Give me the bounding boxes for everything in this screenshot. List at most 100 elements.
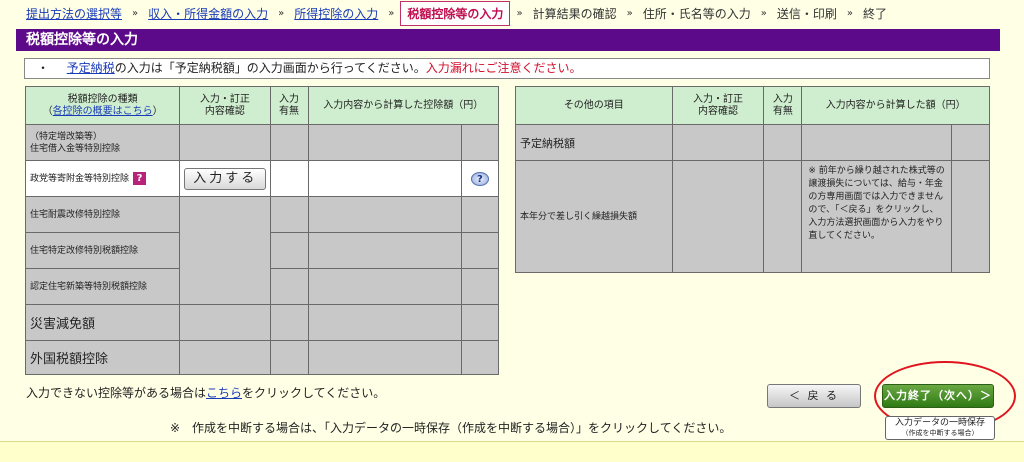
cell-has-input bbox=[763, 124, 803, 161]
temp-save-label: 入力データの一時保存 bbox=[894, 418, 985, 428]
col-header-confirm: 入力・訂正 内容確認 bbox=[671, 86, 765, 125]
question-mark-icon[interactable]: ? bbox=[133, 172, 147, 185]
col-header-item: その他の項目 bbox=[515, 86, 673, 125]
other-items-table: その他の項目 入力・訂正 内容確認 入力 有無 入力内容から計算した額（円） 予… bbox=[515, 86, 990, 273]
breadcrumb-item-income-deduction[interactable]: 所得控除の入力 bbox=[290, 5, 382, 22]
cell-amount bbox=[307, 124, 462, 161]
col-header-type: 税額控除の種類 （各控除の概要はこちら） bbox=[24, 86, 181, 125]
cell-amount bbox=[307, 160, 462, 197]
cell-has-input bbox=[269, 232, 309, 269]
notice-bullet: ・ bbox=[37, 61, 50, 75]
breadcrumb-separator: » bbox=[388, 8, 395, 19]
breadcrumb-separator: » bbox=[132, 8, 139, 19]
cell-amount bbox=[307, 232, 462, 269]
cell-has-input bbox=[269, 160, 309, 197]
breadcrumb-separator: » bbox=[626, 8, 633, 19]
breadcrumb: 提出方法の選択等 » 収入・所得金額の入力 » 所得控除の入力 » 税額控除等の… bbox=[0, 0, 1024, 27]
cell-amount bbox=[307, 268, 462, 305]
col-header-has-input: 入力 有無 bbox=[269, 86, 309, 125]
cell-has-input bbox=[269, 196, 309, 233]
cell-confirm bbox=[671, 160, 765, 273]
carryover-note: ※ 前年から繰り越された株式等の譲渡損失については、給与・年金の方専用画面では入… bbox=[801, 160, 953, 273]
cell-confirm: 入力する bbox=[179, 160, 271, 197]
cell-confirm bbox=[179, 340, 271, 375]
bottom-note: 入力できない控除等がある場合はこちらをクリックしてください。 bbox=[26, 384, 385, 401]
row-label-housing-loan: （特定増改築等） 住宅借入金等特別控除 bbox=[24, 124, 181, 161]
cell-amount bbox=[307, 304, 462, 341]
temp-save-button[interactable]: 入力データの一時保存 （作成を中断する場合） bbox=[885, 416, 995, 440]
breadcrumb-item-finish: 終了 bbox=[862, 7, 887, 21]
notice-text: の入力は「予定納税額」の入力画面から行ってください。 bbox=[114, 61, 426, 75]
help-icon[interactable]: ? bbox=[470, 171, 489, 186]
table-row: 外国税額控除 bbox=[24, 340, 500, 375]
table-row: 政党等寄附金等特別控除? 入力する ? bbox=[24, 160, 500, 197]
cell-confirm bbox=[179, 196, 271, 305]
col-header-has-input: 入力 有無 bbox=[763, 86, 803, 125]
table-row: 本年分で差し引く繰越損失額 ※ 前年から繰り越された株式等の譲渡損失については、… bbox=[515, 160, 990, 273]
row-label-line1: （特定増改築等） bbox=[30, 131, 103, 142]
table-row: 予定納税額 bbox=[515, 124, 990, 161]
row-label-political-donation: 政党等寄附金等特別控除? bbox=[24, 160, 181, 197]
back-button[interactable]: ＜ 戻 る bbox=[767, 384, 861, 408]
notice-box: ・ 予定納税の入力は「予定納税額」の入力画面から行ってください。入力漏れにご注意… bbox=[24, 58, 990, 79]
row-label-carryover-loss: 本年分で差し引く繰越損失額 bbox=[515, 160, 673, 273]
notice-warning: 入力漏れにご注意ください。 bbox=[425, 61, 582, 75]
breadcrumb-item-send-print: 送信・印刷 bbox=[776, 7, 837, 21]
cell-amount bbox=[307, 340, 462, 375]
page-title: 税額控除等の入力 bbox=[16, 29, 1000, 51]
row-label-earthquake-retrofit: 住宅耐震改修特別控除 bbox=[24, 196, 181, 233]
deduction-overview-link[interactable]: 各控除の概要はこちら bbox=[53, 106, 153, 117]
cell-has-input bbox=[269, 268, 309, 305]
cell-amount bbox=[307, 196, 462, 233]
cell-extra bbox=[951, 160, 990, 273]
cell-help bbox=[460, 124, 500, 161]
cell-extra bbox=[951, 124, 990, 161]
cell-has-input bbox=[269, 340, 309, 375]
paren-open: （ bbox=[42, 105, 53, 117]
cell-confirm bbox=[179, 304, 271, 341]
breadcrumb-separator: » bbox=[516, 8, 523, 19]
cell-has-input bbox=[269, 124, 309, 161]
temp-save-sublabel: （作成を中断する場合） bbox=[901, 429, 979, 437]
row-label-specific-renovation: 住宅特定改修特別税額控除 bbox=[24, 232, 181, 269]
save-note: ※ 作成を中断する場合は、「入力データの一時保存（作成を中断する場合）」をクリッ… bbox=[170, 421, 732, 435]
breadcrumb-item-result: 計算結果の確認 bbox=[532, 7, 617, 21]
tax-credit-table: 税額控除の種類 （各控除の概要はこちら） 入力・訂正 内容確認 入力 有無 入力… bbox=[24, 86, 500, 375]
table-row: 災害減免額 bbox=[24, 304, 500, 341]
col-header-amount: 入力内容から計算した額（円） bbox=[801, 86, 990, 125]
breadcrumb-separator: » bbox=[278, 8, 285, 19]
cell-has-input bbox=[269, 304, 309, 341]
bottom-note-prefix: 入力できない控除等がある場合は bbox=[26, 386, 207, 400]
cell-confirm bbox=[179, 124, 271, 161]
breadcrumb-item-tax-credit-current: 税額控除等の入力 bbox=[400, 1, 511, 26]
cell-amount bbox=[801, 124, 953, 161]
table-row: （特定増改築等） 住宅借入金等特別控除 bbox=[24, 124, 500, 161]
cell-confirm bbox=[671, 124, 765, 161]
input-button-political-donation[interactable]: 入力する bbox=[184, 167, 267, 190]
col-header-confirm: 入力・訂正 内容確認 bbox=[179, 86, 271, 125]
cell-help bbox=[460, 196, 500, 233]
notice-link-estimated-tax[interactable]: 予定納税 bbox=[67, 61, 115, 75]
breadcrumb-separator: » bbox=[846, 8, 853, 19]
cell-help bbox=[460, 304, 500, 341]
col-header-type-title: 税額控除の種類 bbox=[67, 93, 138, 105]
row-label-line2: 住宅借入金等特別控除 bbox=[30, 143, 121, 154]
footer-strip bbox=[0, 441, 1024, 462]
row-label-estimated-tax: 予定納税額 bbox=[515, 124, 673, 161]
row-label-disaster-reduction: 災害減免額 bbox=[24, 304, 181, 341]
breadcrumb-item-income[interactable]: 収入・所得金額の入力 bbox=[144, 5, 272, 22]
table-row: 住宅耐震改修特別控除 bbox=[24, 196, 500, 305]
row-label-text: 政党等寄附金等特別控除 bbox=[30, 174, 130, 184]
cell-help: ? bbox=[460, 160, 500, 197]
cell-help bbox=[460, 340, 500, 375]
cell-help bbox=[460, 268, 500, 305]
cell-has-input bbox=[763, 160, 803, 273]
bottom-note-link[interactable]: こちら bbox=[206, 386, 242, 400]
cell-help bbox=[460, 232, 500, 269]
row-label-foreign-tax: 外国税額控除 bbox=[24, 340, 181, 375]
col-header-amount: 入力内容から計算した控除額（円） bbox=[307, 86, 500, 125]
bottom-note-suffix: をクリックしてください。 bbox=[242, 386, 386, 400]
row-label-certified-housing: 認定住宅新築等特別税額控除 bbox=[24, 268, 181, 305]
breadcrumb-item-submission-method[interactable]: 提出方法の選択等 bbox=[22, 5, 126, 22]
paren-close: ） bbox=[152, 105, 163, 117]
